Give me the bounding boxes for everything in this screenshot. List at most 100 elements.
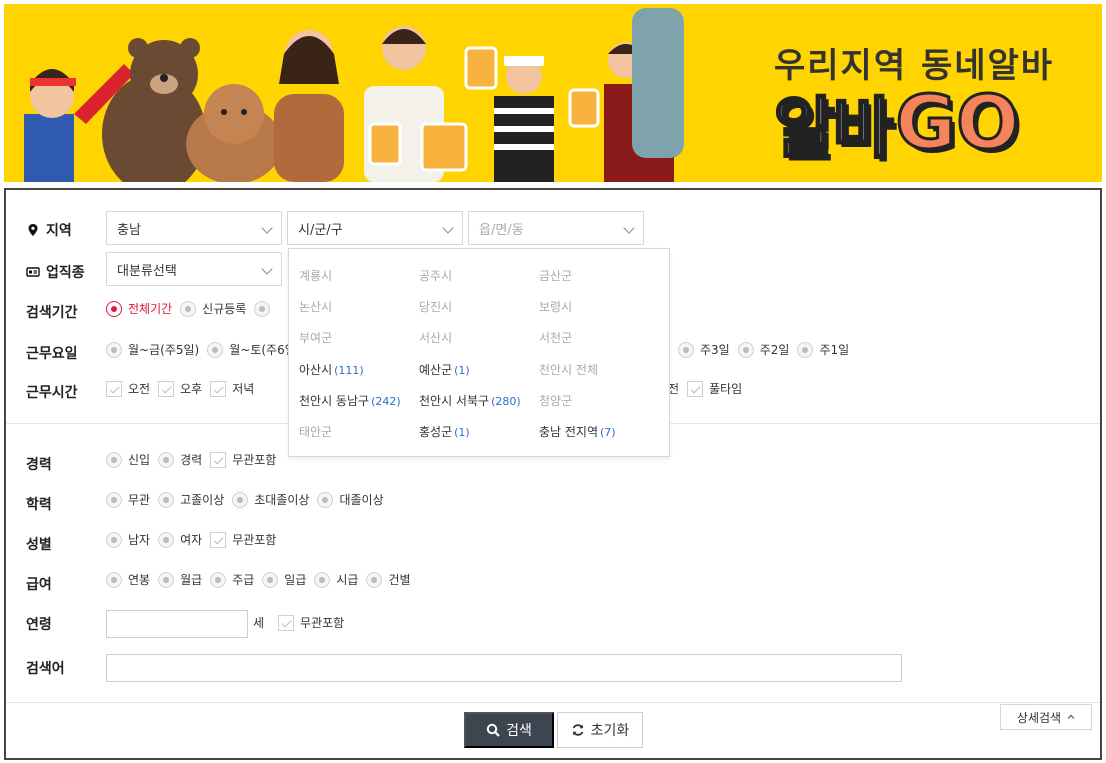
city-option-name: 홍성군 bbox=[419, 425, 453, 439]
salary-label: 급여 bbox=[26, 577, 52, 593]
radio-selected[interactable] bbox=[106, 300, 122, 317]
city-option-name: 부여군 bbox=[299, 331, 333, 345]
city-option[interactable]: 당진시 bbox=[419, 298, 452, 315]
city-option-name: 천안시 전체 bbox=[539, 363, 599, 377]
workday-options: 월~금(주5일) 월~토(주6일) bbox=[106, 341, 308, 358]
education-option-any[interactable]: 무관 bbox=[106, 491, 150, 508]
workday-option-6days[interactable]: 월~토(주6일) bbox=[207, 341, 300, 358]
city-option-name: 아산시 bbox=[299, 363, 333, 377]
salary-option-daily[interactable]: 일급 bbox=[262, 571, 306, 588]
section-divider bbox=[6, 702, 1100, 703]
id-card-icon bbox=[26, 267, 40, 277]
search-icon bbox=[486, 723, 500, 737]
workday-option-1day[interactable]: 주1일 bbox=[797, 341, 849, 358]
city-option[interactable]: 보령시 bbox=[539, 298, 572, 315]
city-option[interactable]: 홍성군 (1) bbox=[419, 423, 470, 440]
period-option-all[interactable]: 전체기간 bbox=[106, 300, 172, 317]
workday-option-weekdays[interactable]: 월~금(주5일) bbox=[106, 341, 199, 358]
logo-text-go: GO bbox=[894, 79, 1021, 168]
age-input[interactable] bbox=[106, 610, 248, 638]
career-option-experienced[interactable]: 경력 bbox=[158, 451, 202, 468]
search-button[interactable]: 검색 bbox=[464, 712, 554, 748]
education-label: 학력 bbox=[26, 497, 52, 513]
city-option-name: 금산군 bbox=[539, 269, 573, 283]
period-label: 검색기간 bbox=[26, 305, 78, 321]
city-option[interactable]: 예산군 (1) bbox=[419, 361, 470, 378]
city-option-count: (7) bbox=[600, 426, 616, 439]
education-option-university[interactable]: 대졸이상 bbox=[317, 491, 384, 508]
radio[interactable] bbox=[180, 300, 197, 317]
worktime-options-right: 전 풀타임 bbox=[668, 380, 750, 397]
city-option-count: (242) bbox=[371, 395, 401, 408]
worktime-option-evening[interactable]: 저녁 bbox=[210, 380, 254, 397]
salary-option-annual[interactable]: 연봉 bbox=[106, 571, 150, 588]
region-label: 지역 bbox=[26, 220, 72, 240]
worktime-option-afternoon[interactable]: 오후 bbox=[158, 380, 202, 397]
city-option[interactable]: 천안시 서북구 (280) bbox=[419, 392, 521, 409]
town-select[interactable]: 읍/면/동 bbox=[468, 211, 644, 245]
city-option-name: 충남 전지역 bbox=[539, 425, 599, 439]
age-label: 연령 bbox=[26, 617, 52, 633]
gender-label: 성별 bbox=[26, 537, 52, 553]
keyword-label: 검색어 bbox=[26, 661, 65, 677]
city-option-name: 예산군 bbox=[419, 363, 453, 377]
period-option-partial[interactable] bbox=[254, 300, 276, 317]
chevron-down-icon bbox=[261, 263, 273, 275]
city-option[interactable]: 계룡시 bbox=[299, 267, 332, 284]
workday-option-2days[interactable]: 주2일 bbox=[737, 341, 789, 358]
chevron-down-icon bbox=[623, 222, 635, 234]
worktime-option-morning[interactable]: 오전 bbox=[106, 380, 150, 397]
city-option-name: 천안시 동남구 bbox=[299, 394, 370, 408]
salary-option-monthly[interactable]: 월급 bbox=[158, 571, 202, 588]
logo-text-kr: 알바 bbox=[772, 89, 894, 169]
city-option[interactable]: 아산시 (111) bbox=[299, 361, 364, 378]
age-option-any[interactable]: 무관포함 bbox=[278, 614, 344, 631]
city-option[interactable]: 서천군 bbox=[539, 329, 572, 346]
detail-search-toggle[interactable]: 상세검색 bbox=[1000, 704, 1092, 730]
period-option-new[interactable]: 신규등록 bbox=[180, 300, 246, 317]
city-option[interactable]: 부여군 bbox=[299, 329, 332, 346]
gender-options: 남자 여자 무관포함 bbox=[106, 531, 284, 548]
city-select[interactable]: 시/군/구 bbox=[287, 211, 463, 245]
city-option-count: (1) bbox=[454, 426, 470, 439]
workday-option-3days[interactable]: 주3일 bbox=[678, 341, 730, 358]
salary-option-weekly[interactable]: 주급 bbox=[210, 571, 254, 588]
worktime-options: 오전 오후 저녁 bbox=[106, 380, 262, 397]
gender-option-male[interactable]: 남자 bbox=[106, 531, 150, 548]
city-option-name: 천안시 서북구 bbox=[419, 394, 490, 408]
city-option[interactable]: 공주시 bbox=[419, 267, 452, 284]
city-option[interactable]: 태안군 bbox=[299, 423, 332, 440]
radio[interactable] bbox=[254, 300, 271, 317]
city-option[interactable]: 청양군 bbox=[539, 392, 572, 409]
city-option-name: 서천군 bbox=[539, 331, 573, 345]
city-option-name: 당진시 bbox=[419, 300, 453, 314]
salary-option-per-task[interactable]: 건별 bbox=[366, 571, 411, 588]
gender-option-any[interactable]: 무관포함 bbox=[210, 531, 276, 548]
career-option-new[interactable]: 신입 bbox=[106, 451, 150, 468]
city-option[interactable]: 천안시 전체 bbox=[539, 361, 598, 378]
education-option-college[interactable]: 초대졸이상 bbox=[232, 491, 309, 508]
age-options: 세 무관포함 bbox=[253, 614, 352, 631]
education-option-highschool[interactable]: 고졸이상 bbox=[158, 491, 224, 508]
city-option[interactable]: 논산시 bbox=[299, 298, 332, 315]
province-select[interactable]: 충남 bbox=[106, 211, 282, 245]
career-option-any[interactable]: 무관포함 bbox=[210, 451, 276, 468]
job-category-select[interactable]: 대분류선택 bbox=[106, 252, 282, 286]
gender-option-female[interactable]: 여자 bbox=[158, 531, 202, 548]
salary-option-hourly[interactable]: 시급 bbox=[314, 571, 358, 588]
city-option[interactable]: 천안시 동남구 (242) bbox=[299, 392, 401, 409]
refresh-icon bbox=[572, 724, 583, 736]
age-unit: 세 bbox=[253, 616, 265, 630]
period-options: 전체기간 신규등록 bbox=[106, 300, 284, 317]
banner-logo: 알바 GO bbox=[772, 79, 1021, 169]
city-option[interactable]: 금산군 bbox=[539, 267, 572, 284]
city-option[interactable]: 충남 전지역 (7) bbox=[539, 423, 616, 440]
worktime-option-fulltime[interactable]: 풀타임 bbox=[687, 380, 742, 397]
keyword-input[interactable] bbox=[106, 654, 902, 682]
promo-banner[interactable]: 우리지역 동네알바 알바 GO bbox=[4, 4, 1102, 182]
city-dropdown-menu: 계룡시 공주시 금산군 논산시 당진시 보령시 부여군 서산시 서천군 아산시 (111) 예산군 (1… bbox=[288, 248, 670, 457]
city-option-name: 보령시 bbox=[539, 300, 573, 314]
career-options: 신입 경력 무관포함 bbox=[106, 451, 284, 468]
city-option[interactable]: 서산시 bbox=[419, 329, 452, 346]
reset-button[interactable]: 초기화 bbox=[557, 712, 643, 748]
